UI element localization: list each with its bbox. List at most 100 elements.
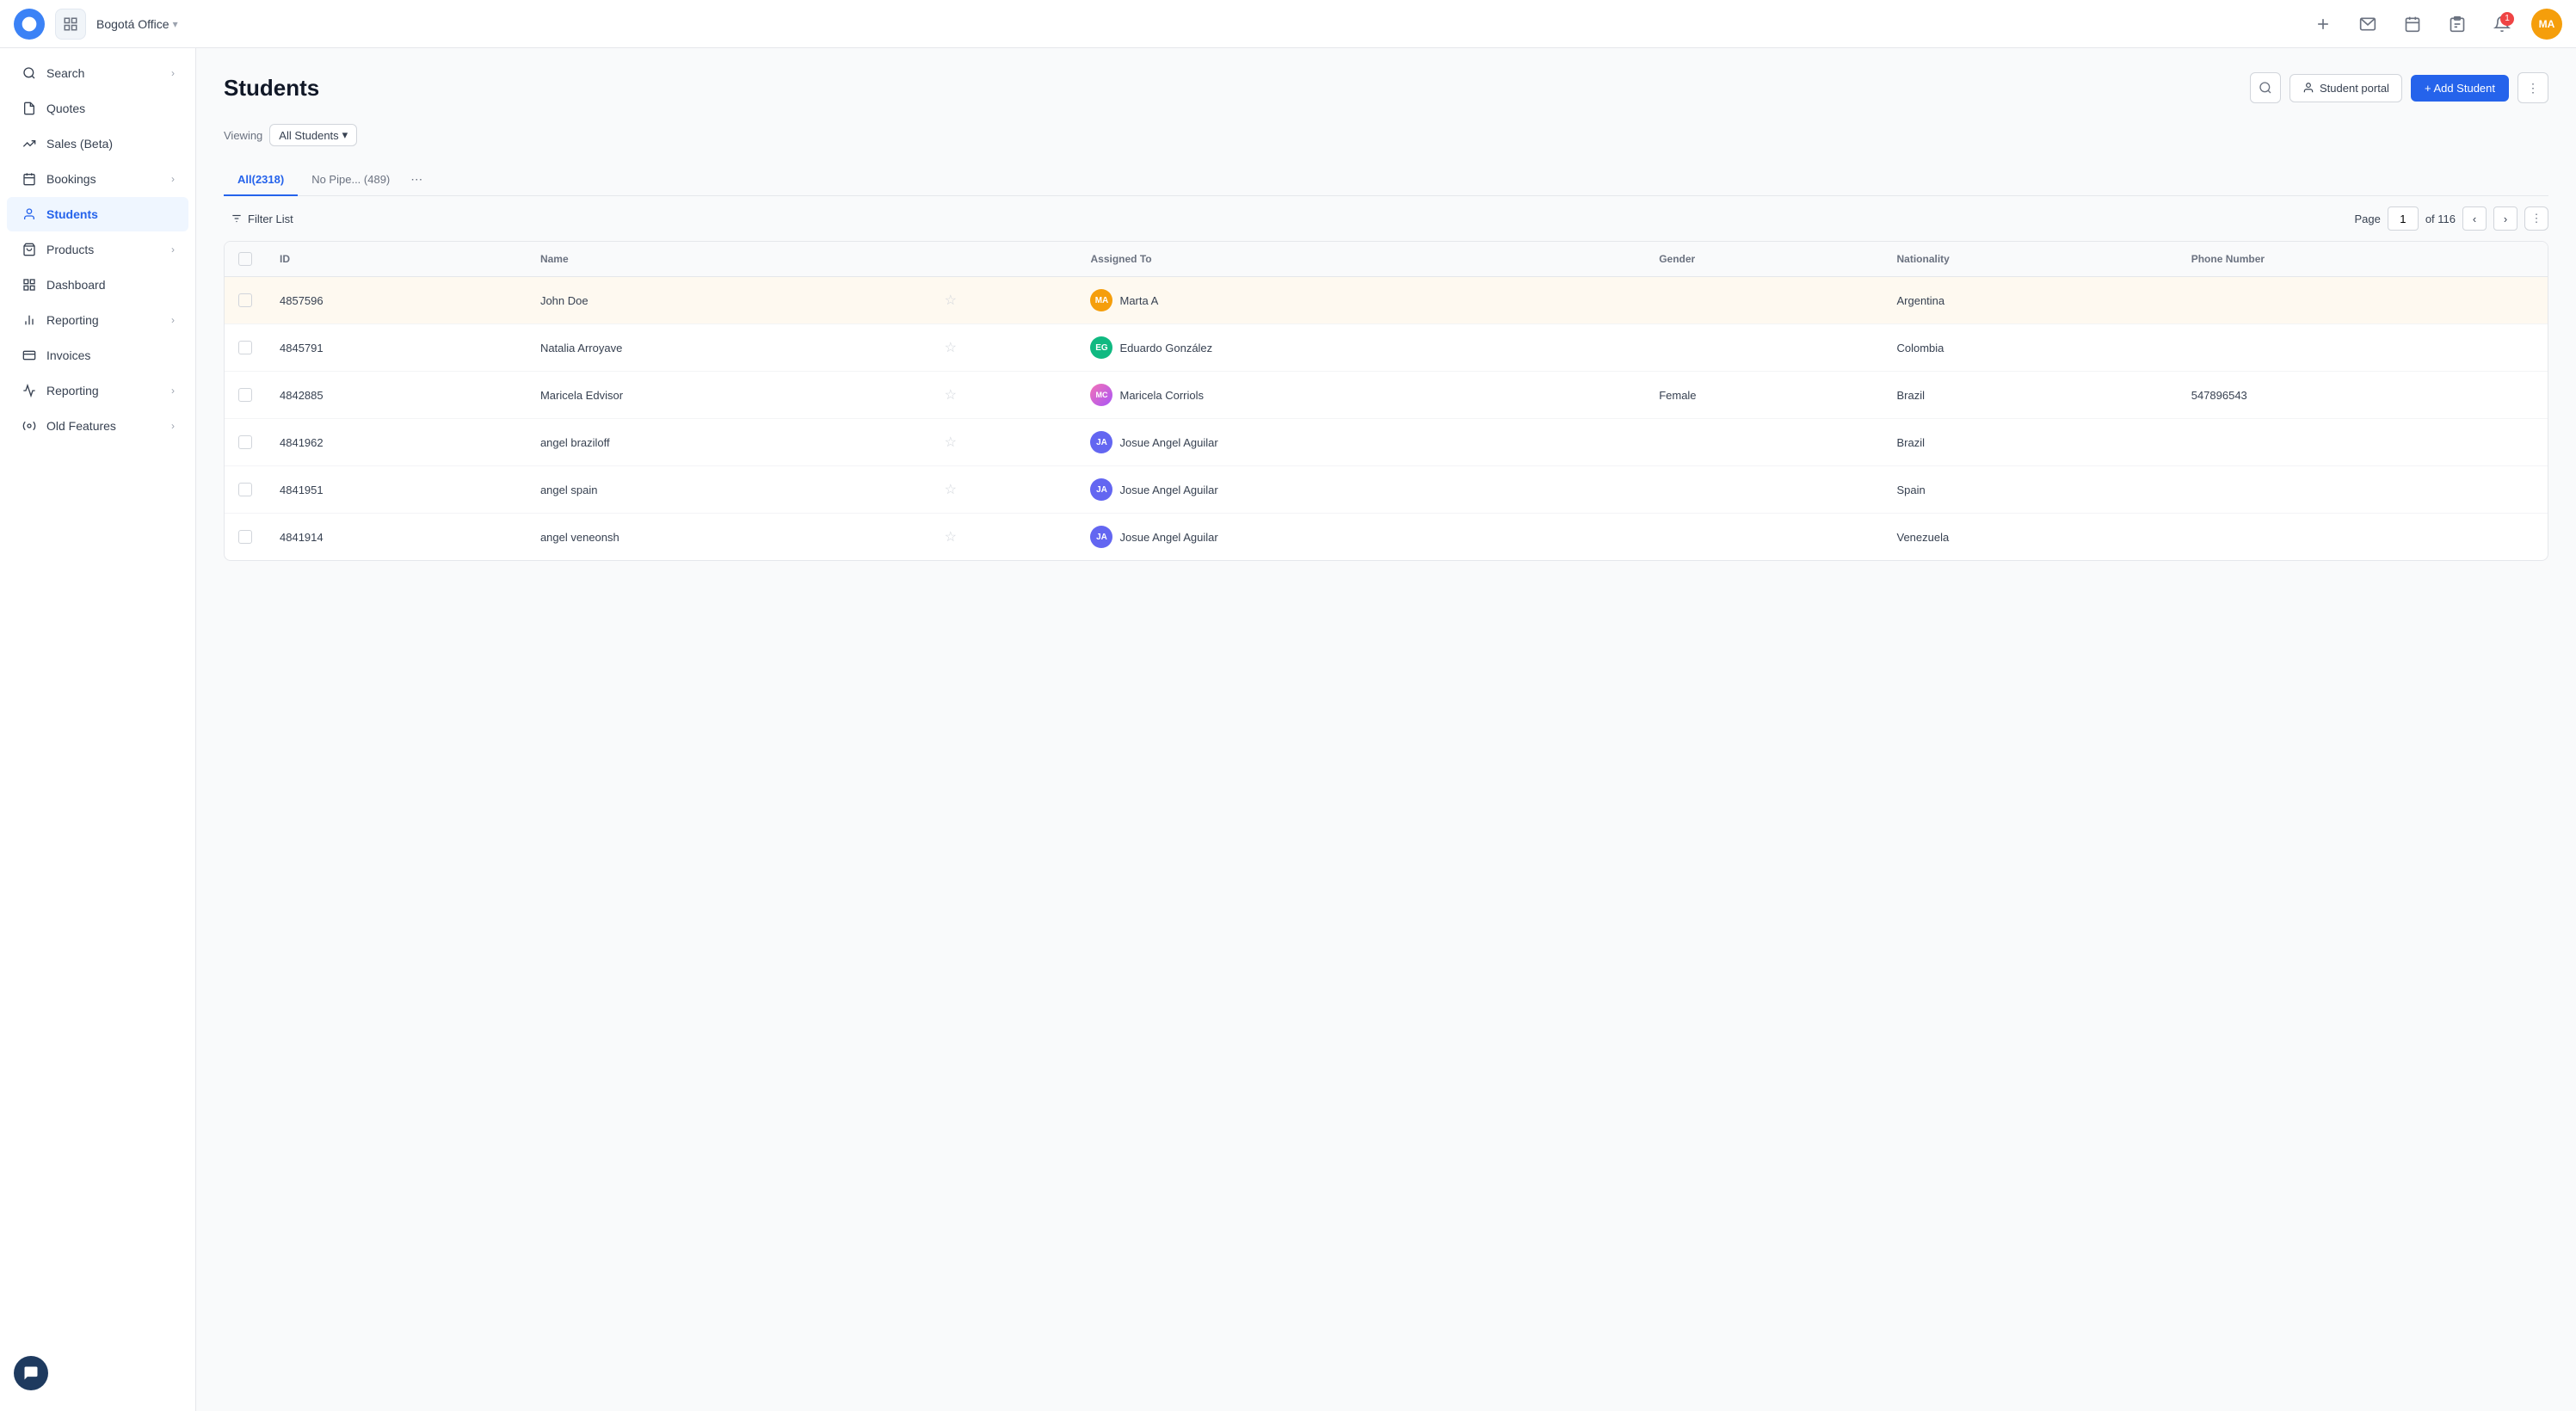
bookings-icon [21,170,38,188]
assigned-cell: JA Josue Angel Aguilar [1090,431,1631,453]
page-header: Students Student portal + Add Student ⋮ [224,72,2548,103]
star-button[interactable]: ☆ [945,530,957,545]
avatar: EG [1090,336,1112,359]
add-student-button[interactable]: + Add Student [2411,75,2509,102]
assigned-name: Josue Angel Aguilar [1119,436,1217,449]
star-button[interactable]: ☆ [945,435,957,450]
topbar-actions: 1 MA [2308,9,2562,40]
sidebar-item-quotes[interactable]: Quotes [7,91,188,126]
student-name: Maricela Edvisor [527,372,931,419]
sidebar-item-label: Old Features [46,419,163,433]
sidebar-item-label: Search [46,66,163,80]
notification-badge: 1 [2500,12,2514,26]
gender [1645,277,1883,324]
star-button[interactable]: ☆ [945,483,957,497]
row-checkbox[interactable] [238,435,252,449]
row-checkbox[interactable] [238,341,252,354]
viewing-value: All Students [279,129,338,142]
table-controls: Filter List Page of 116 ‹ › ⋮ [224,196,2548,241]
office-selector[interactable]: Bogotá Office ▾ [96,17,178,31]
col-star [931,242,1077,277]
sidebar-item-reporting2[interactable]: Reporting › [7,373,188,408]
assigned-name: Josue Angel Aguilar [1119,531,1217,544]
sidebar-item-label: Reporting [46,313,163,327]
student-name: John Doe [527,277,931,324]
avatar: JA [1090,478,1112,501]
student-id: 4845791 [266,324,527,372]
viewing-dropdown[interactable]: All Students ▾ [269,124,357,146]
notification-icon[interactable]: 1 [2487,9,2517,40]
row-checkbox[interactable] [238,483,252,496]
data-table: ID Name Assigned To Gender Nationality P… [225,242,2548,560]
user-avatar[interactable]: MA [2531,9,2562,40]
sidebar-item-reporting[interactable]: Reporting › [7,303,188,337]
row-checkbox[interactable] [238,293,252,307]
topbar: Bogotá Office ▾ 1 MA [0,0,2576,48]
search-button[interactable] [2250,72,2281,103]
assigned-name: Josue Angel Aguilar [1119,484,1217,496]
inbox-icon[interactable] [2352,9,2383,40]
products-icon [21,241,38,258]
sidebar-item-label: Quotes [46,102,175,115]
sidebar-item-old-features[interactable]: Old Features › [7,409,188,443]
sidebar-item-label: Reporting [46,384,163,397]
search-icon [21,65,38,82]
quotes-icon [21,100,38,117]
assigned-cell: JA Josue Angel Aguilar [1090,478,1631,501]
more-options-button[interactable]: ⋮ [2517,72,2548,103]
select-all-checkbox[interactable] [225,242,266,277]
student-portal-button[interactable]: Student portal [2289,74,2402,102]
filter-button[interactable]: Filter List [224,209,300,229]
reporting2-icon [21,382,38,399]
table-more-button[interactable]: ⋮ [2524,206,2548,231]
app-icon[interactable] [55,9,86,40]
sidebar-item-search[interactable]: Search › [7,56,188,90]
chevron-down-icon: ▾ [342,128,348,142]
phone [2178,419,2548,466]
avatar: JA [1090,526,1112,548]
page-input[interactable] [2388,206,2419,231]
app-logo[interactable] [14,9,45,40]
page-total: of 116 [2425,213,2456,225]
tab-no-pipe[interactable]: No Pipe... (489) [298,164,404,196]
avatar: JA [1090,431,1112,453]
avatar: MC [1090,384,1112,406]
chevron-right-icon: › [171,314,175,326]
page-title: Students [224,75,319,102]
chat-button[interactable] [14,1356,48,1390]
pagination: Page of 116 ‹ › ⋮ [2354,206,2548,231]
add-icon[interactable] [2308,9,2339,40]
prev-page-button[interactable]: ‹ [2462,206,2487,231]
next-page-button[interactable]: › [2493,206,2517,231]
sidebar-item-bookings[interactable]: Bookings › [7,162,188,196]
star-button[interactable]: ☆ [945,293,957,308]
phone: 547896543 [2178,372,2548,419]
sidebar-item-students[interactable]: Students [7,197,188,231]
assigned-name: Marta A [1119,294,1158,307]
col-id: ID [266,242,527,277]
student-id: 4841951 [266,466,527,514]
phone [2178,277,2548,324]
sidebar-item-products[interactable]: Products › [7,232,188,267]
clipboard-icon[interactable] [2442,9,2473,40]
old-features-icon [21,417,38,434]
sidebar-item-invoices[interactable]: Invoices [7,338,188,373]
col-name: Name [527,242,931,277]
col-nationality: Nationality [1883,242,2177,277]
tab-all[interactable]: All(2318) [224,164,298,196]
row-checkbox[interactable] [238,388,252,402]
sidebar-item-label: Products [46,243,163,256]
student-name: angel veneonsh [527,514,931,561]
star-button[interactable]: ☆ [945,388,957,403]
calendar-icon[interactable] [2397,9,2428,40]
student-name: angel spain [527,466,931,514]
sidebar-item-dashboard[interactable]: Dashboard [7,268,188,302]
tabs-more-button[interactable]: ⋯ [404,163,429,195]
gender: Female [1645,372,1883,419]
invoices-icon [21,347,38,364]
star-button[interactable]: ☆ [945,341,957,355]
assigned-cell: EG Eduardo González [1090,336,1631,359]
row-checkbox[interactable] [238,530,252,544]
sidebar-item-sales[interactable]: Sales (Beta) [7,126,188,161]
sidebar: Search › Quotes Sales (Beta) Bookings › … [0,48,196,1411]
